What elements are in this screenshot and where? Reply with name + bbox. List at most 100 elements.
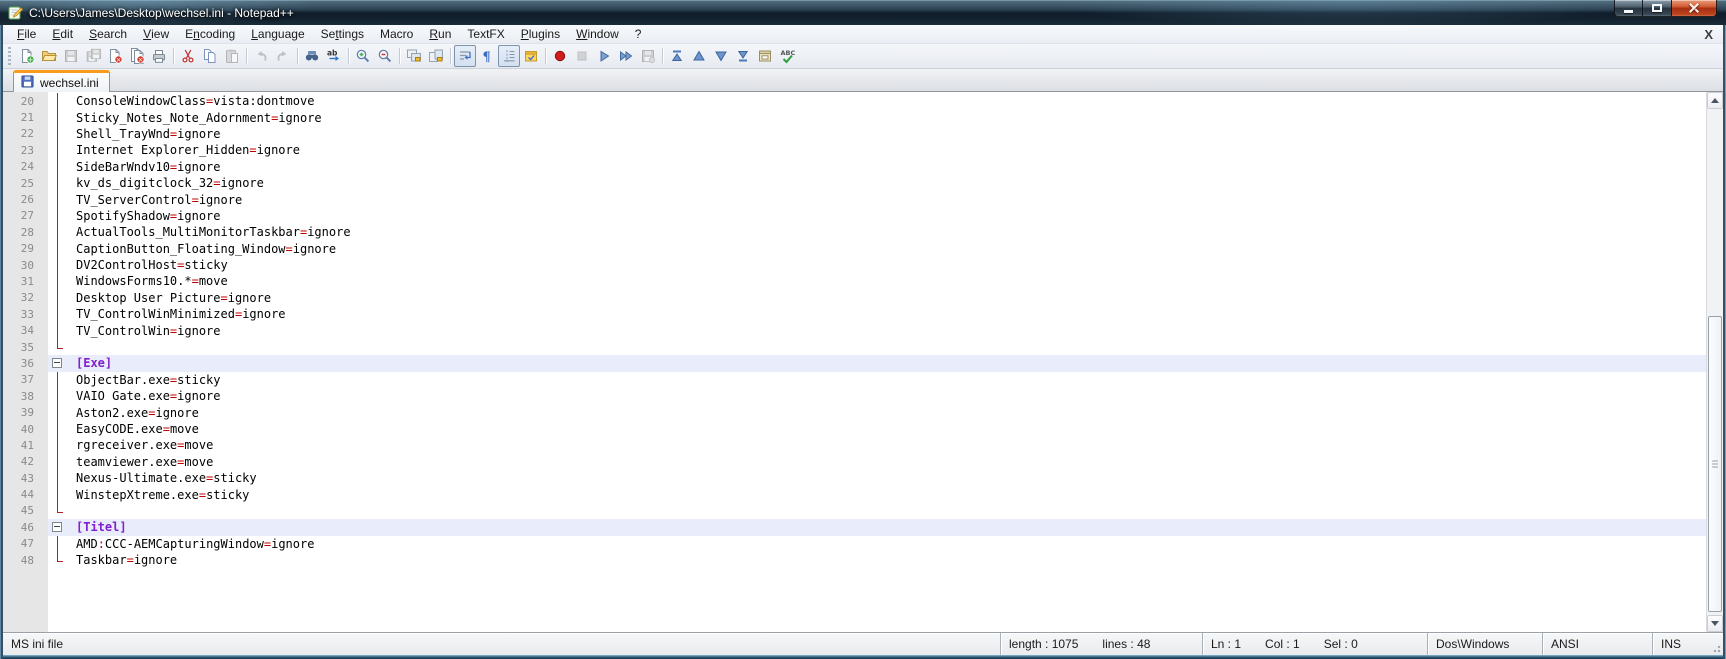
code-text[interactable]: ObjectBar.exe = sticky xyxy=(68,372,1706,388)
code-text[interactable]: ConsoleWindowClass = vista:dontmove xyxy=(68,93,1706,109)
editor-line-29[interactable]: 29 CaptionButton_Floating_Window = ignore xyxy=(3,240,1706,257)
editor-line-40[interactable]: 40 EasyCODE.exe = move xyxy=(3,420,1706,438)
editor-line-41[interactable]: 41 rgreceiver.exe = move xyxy=(3,437,1706,454)
code-text[interactable]: rgreceiver.exe = move xyxy=(68,437,1706,453)
editor-line-43[interactable]: 43 Nexus-Ultimate.exe = sticky xyxy=(3,469,1706,487)
code-text[interactable]: Nexus-Ultimate.exe = sticky xyxy=(68,470,1706,486)
editor-line-20[interactable]: 20 ConsoleWindowClass = vista:dontmove xyxy=(3,93,1706,110)
move-down-button[interactable] xyxy=(710,45,732,67)
editor-line-33[interactable]: 33 TV_ControlWinMinimized = ignore xyxy=(3,306,1706,323)
fold-collapse-icon[interactable] xyxy=(52,358,62,369)
open-file-button[interactable] xyxy=(38,45,60,67)
code-text[interactable]: Desktop User Picture = ignore xyxy=(68,290,1706,306)
word-wrap-button[interactable] xyxy=(454,45,476,67)
status-encoding[interactable]: ANSI xyxy=(1542,633,1652,655)
record-macro-button[interactable] xyxy=(549,45,571,67)
editor-line-39[interactable]: 39 Aston2.exe = ignore xyxy=(3,404,1706,421)
code-text[interactable]: ActualTools_MultiMonitorTaskbar = ignore xyxy=(68,224,1706,240)
save-button[interactable] xyxy=(60,45,82,67)
code-text[interactable]: kv_ds_digitclock_32 = ignore xyxy=(68,175,1706,191)
editor-line-38[interactable]: 38 VAIO Gate.exe = ignore xyxy=(3,388,1706,405)
editor-line-42[interactable]: 42 teamviewer.exe = move xyxy=(3,453,1706,470)
menu-encoding[interactable]: En coding xyxy=(177,25,243,43)
user-defined-dialog-button[interactable] xyxy=(520,45,542,67)
editor-line-27[interactable]: 27 SpotifyShadow = ignore xyxy=(3,207,1706,225)
editor-line-48[interactable]: 48 Taskbar = ignore xyxy=(3,551,1706,568)
move-up-button[interactable] xyxy=(688,45,710,67)
undo-button[interactable] xyxy=(250,45,272,67)
notepad-plus-plus-icon[interactable] xyxy=(7,5,24,21)
editor-line-46[interactable]: 46 [Titel] xyxy=(3,519,1706,536)
editor-line-31[interactable]: 31 WindowsForms10.* = move xyxy=(3,273,1706,290)
save-macro-button[interactable] xyxy=(637,45,659,67)
editor-line-32[interactable]: 32 Desktop User Picture = ignore xyxy=(3,289,1706,307)
close-button[interactable] xyxy=(1672,0,1717,17)
menu-run[interactable]: Run xyxy=(421,25,459,43)
menu-textfx[interactable]: TextFX xyxy=(459,25,512,43)
menu-edit[interactable]: Edit xyxy=(44,25,81,43)
menu-language[interactable]: Language xyxy=(243,25,312,43)
code-text[interactable]: TV_ControlWinMinimized = ignore xyxy=(68,306,1706,322)
code-text[interactable]: Internet Explorer_Hidden = ignore xyxy=(68,142,1706,158)
go-to-top-button[interactable] xyxy=(666,45,688,67)
code-text[interactable]: DV2ControlHost = sticky xyxy=(68,257,1706,273)
menu-settings[interactable]: Se t tings xyxy=(313,25,372,43)
code-text[interactable]: VAIO Gate.exe = ignore xyxy=(68,388,1706,404)
resize-grip[interactable] xyxy=(1711,643,1721,653)
print-button[interactable] xyxy=(148,45,170,67)
code-text[interactable]: Aston2.exe = ignore xyxy=(68,404,1706,420)
title-bar[interactable]: C:\Users\James\Desktop\wechsel.ini - Not… xyxy=(0,0,1726,25)
editor-line-34[interactable]: 34 TV_ControlWin = ignore xyxy=(3,322,1706,339)
close-all-button[interactable]: × xyxy=(126,45,148,67)
section-header-text[interactable]: [Exe] xyxy=(68,355,1706,372)
editor-line-28[interactable]: 28 ActualTools_MultiMonitorTaskbar = ignore xyxy=(3,224,1706,241)
zoom-out-button[interactable] xyxy=(374,45,396,67)
redo-button[interactable] xyxy=(272,45,294,67)
editor-line-36[interactable]: 36 [Exe] xyxy=(3,355,1706,372)
fold-collapse-icon[interactable] xyxy=(52,522,62,533)
editor-line-44[interactable]: 44 WinstepXtreme.exe = sticky xyxy=(3,486,1706,503)
tab-wechsel-ini[interactable]: wechsel.ini xyxy=(13,70,110,92)
menu-macro[interactable]: Macro xyxy=(372,25,421,43)
show-all-characters-button[interactable]: ¶ xyxy=(476,45,498,67)
editor-line-35[interactable]: 35 xyxy=(3,338,1706,355)
code-text[interactable] xyxy=(68,339,1706,355)
code-text[interactable]: SideBarWndv10 = ignore xyxy=(68,159,1706,175)
menu-file[interactable]: File xyxy=(9,25,44,43)
code-text[interactable]: Shell_TrayWnd = ignore xyxy=(68,126,1706,142)
stop-macro-button[interactable] xyxy=(571,45,593,67)
run-macro-multiple-button[interactable] xyxy=(615,45,637,67)
editor-line-24[interactable]: 24 SideBarWndv10 = ignore xyxy=(3,158,1706,175)
editor-line-47[interactable]: 47 AMD: CCC-AEMCapturingWindow = ignore xyxy=(3,535,1706,552)
code-text[interactable]: Sticky_Notes_Note_Adornment = ignore xyxy=(68,109,1706,125)
editor-line-30[interactable]: 30 DV2ControlHost = sticky xyxy=(3,256,1706,274)
code-text[interactable]: WindowsForms10.* = move xyxy=(68,273,1706,289)
menu-search[interactable]: Search xyxy=(81,25,135,43)
zoom-in-button[interactable] xyxy=(352,45,374,67)
code-text[interactable]: WinstepXtreme.exe = sticky xyxy=(68,486,1706,502)
replace-button[interactable]: ab xyxy=(323,45,345,67)
fold-margin[interactable] xyxy=(48,519,68,536)
menu-window[interactable]: Window xyxy=(568,25,627,43)
scroll-down-arrow[interactable] xyxy=(1707,615,1723,632)
section-header-text[interactable]: [Titel] xyxy=(68,519,1706,536)
code-text[interactable]: CaptionButton_Floating_Window = ignore xyxy=(68,241,1706,257)
code-text[interactable]: TV_ServerControl = ignore xyxy=(68,191,1706,207)
docked-panel-button[interactable] xyxy=(754,45,776,67)
close-document-x-button[interactable]: X xyxy=(1704,27,1713,42)
menu-view[interactable]: View xyxy=(135,25,177,43)
editor-line-45[interactable]: 45 xyxy=(3,502,1706,519)
paste-button[interactable] xyxy=(221,45,243,67)
editor-line-22[interactable]: 22 Shell_TrayWnd = ignore xyxy=(3,125,1706,143)
code-text[interactable] xyxy=(68,503,1706,519)
menu-plugins[interactable]: Plugins xyxy=(513,25,568,43)
editor-line-23[interactable]: 23 Internet Explorer_Hidden = ignore xyxy=(3,142,1706,159)
vertical-scrollbar[interactable] xyxy=(1706,92,1723,632)
status-insert-mode[interactable]: INS xyxy=(1652,633,1723,655)
fold-margin[interactable] xyxy=(48,355,68,372)
minimize-button[interactable] xyxy=(1614,0,1643,17)
code-text[interactable]: AMD: CCC-AEMCapturingWindow = ignore xyxy=(68,536,1706,552)
play-macro-button[interactable] xyxy=(593,45,615,67)
code-text[interactable]: SpotifyShadow = ignore xyxy=(68,208,1706,224)
code-text[interactable]: teamviewer.exe = move xyxy=(68,454,1706,470)
